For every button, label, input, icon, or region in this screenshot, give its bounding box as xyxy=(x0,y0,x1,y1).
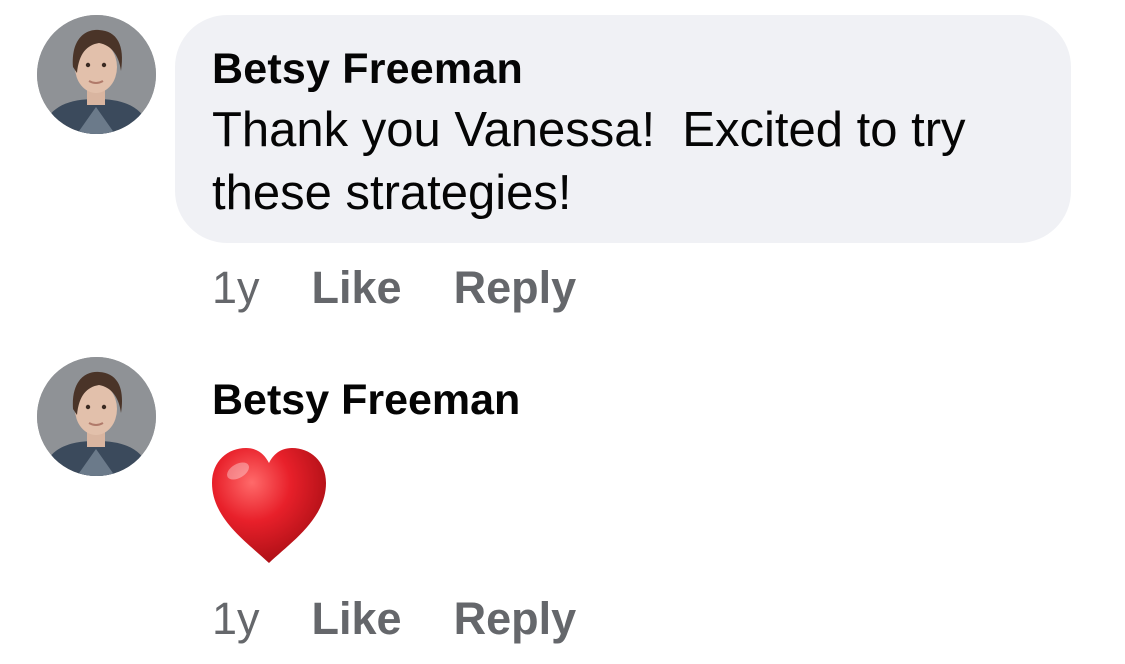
comment-author[interactable]: Betsy Freeman xyxy=(212,41,1035,97)
comment-author[interactable]: Betsy Freeman xyxy=(212,372,520,428)
reply-button[interactable]: Reply xyxy=(454,593,577,645)
red-heart-emoji-icon xyxy=(208,445,330,572)
like-button[interactable]: Like xyxy=(312,593,402,645)
profile-photo xyxy=(37,15,156,134)
comment-actions: 1y Like Reply xyxy=(212,262,628,314)
comment-text: Thank you Vanessa! Excited to try these … xyxy=(212,103,980,220)
profile-photo xyxy=(37,357,156,476)
comment-actions: 1y Like Reply xyxy=(212,593,628,645)
comment-bubble: Betsy Freeman Thank you Vanessa! Excited… xyxy=(175,15,1071,243)
reply-button[interactable]: Reply xyxy=(454,262,577,314)
avatar[interactable] xyxy=(37,15,156,134)
like-button[interactable]: Like xyxy=(312,262,402,314)
comment-timestamp[interactable]: 1y xyxy=(212,262,260,314)
avatar[interactable] xyxy=(37,357,156,476)
comment-timestamp[interactable]: 1y xyxy=(212,593,260,645)
